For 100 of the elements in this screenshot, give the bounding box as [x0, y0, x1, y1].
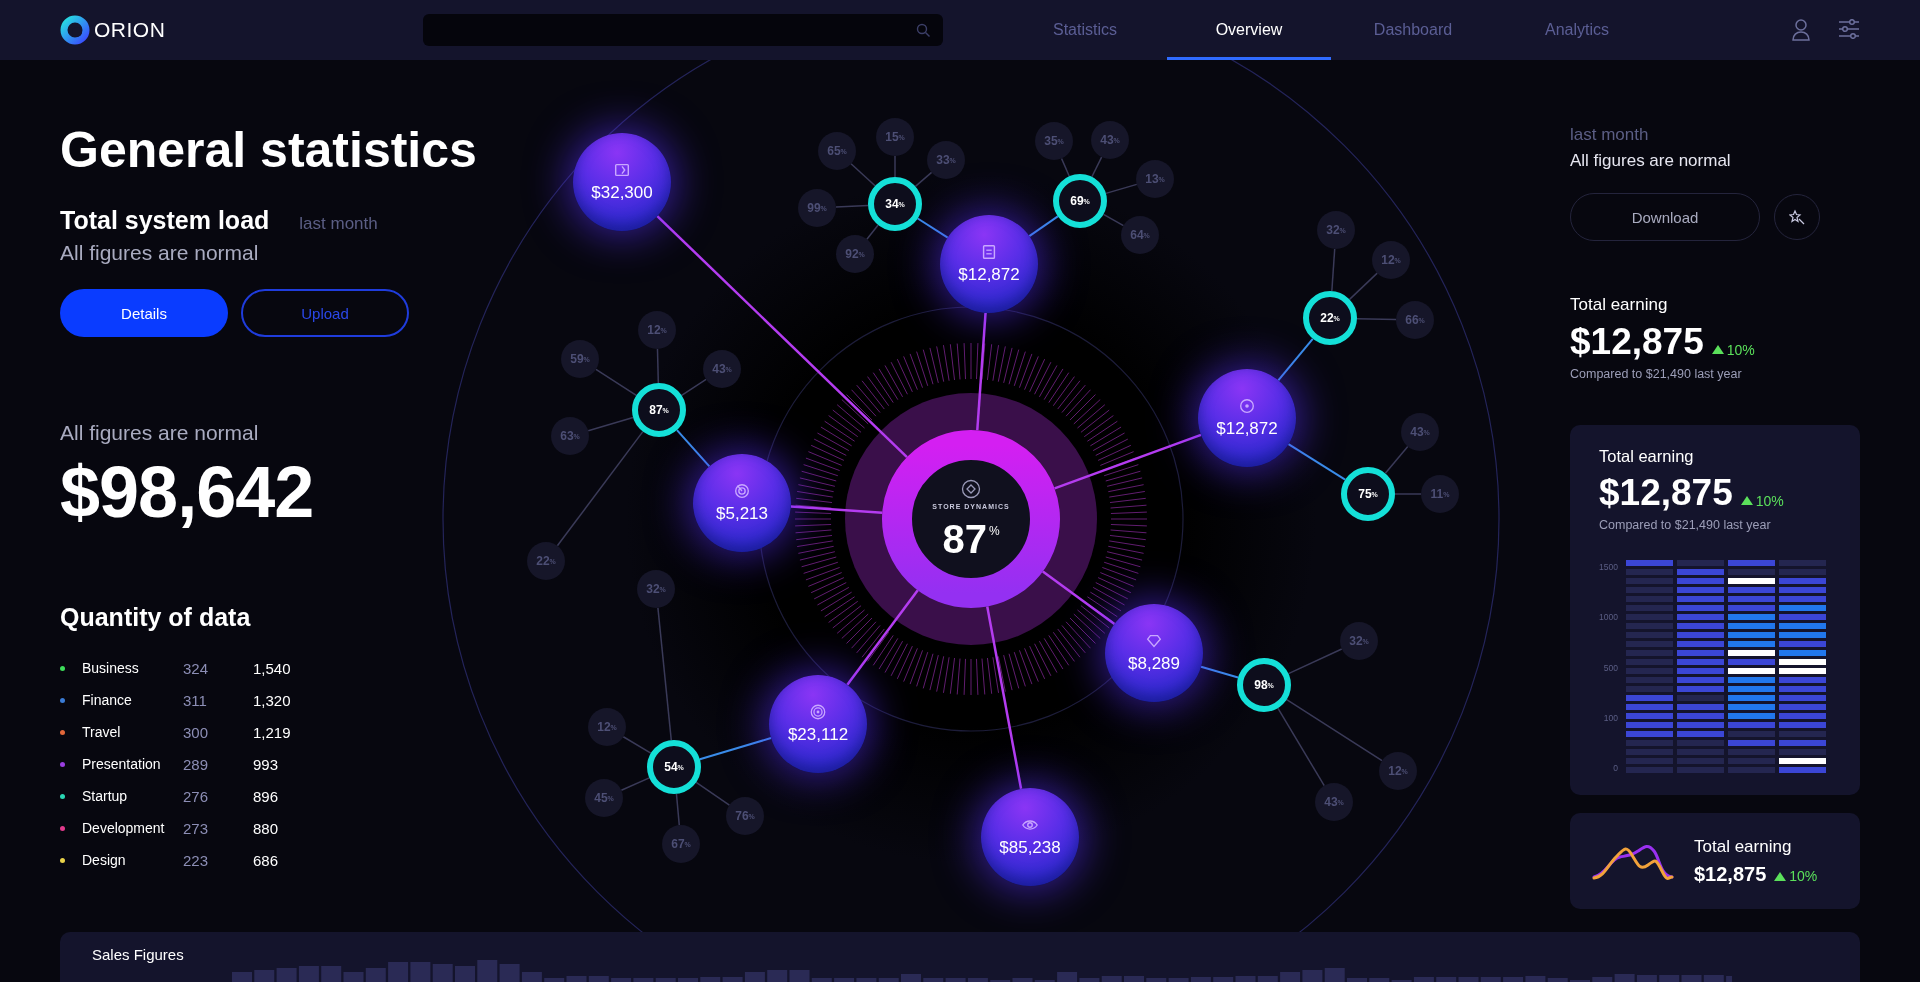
category-count: 300	[183, 723, 210, 741]
connector-line	[835, 204, 869, 208]
category-count: 273	[183, 819, 210, 837]
axis-label: 0	[1612, 763, 1618, 773]
sliders-icon[interactable]	[1838, 19, 1860, 39]
category-name: Design	[82, 852, 127, 868]
connector-line	[1200, 665, 1240, 679]
axis-label: 500	[1602, 662, 1618, 673]
category-total: 880	[253, 819, 279, 837]
upload-button[interactable]: Upload	[241, 289, 409, 337]
sparkle-star-icon	[1789, 209, 1805, 225]
logo-icon	[60, 15, 90, 45]
earning-title: Total earning	[1694, 836, 1793, 857]
axis-label: 1500	[1599, 562, 1618, 572]
axis-label: 1000	[1599, 612, 1618, 623]
connector-line	[1348, 272, 1378, 301]
change-percent: 10%	[1726, 341, 1755, 358]
document-icon	[980, 243, 998, 261]
node-amount: $12,872	[1216, 419, 1278, 439]
nav-tab[interactable]: Statistics	[1003, 0, 1167, 60]
connector-line	[1028, 215, 1059, 238]
category-name: Presentation	[82, 756, 162, 772]
category-total: 1,540	[253, 659, 291, 677]
details-button[interactable]: Details	[60, 289, 228, 337]
logo-text: ORION	[94, 18, 166, 42]
search-icon	[916, 22, 931, 38]
category-name: Business	[82, 660, 140, 676]
connector-line	[914, 171, 933, 188]
earning-amount: $12,875	[1694, 862, 1767, 886]
period-label: last month	[299, 214, 378, 234]
status-text: All figures are normal	[1570, 151, 1732, 171]
nav-tab[interactable]: Overview	[1167, 0, 1331, 60]
diamond-icon	[1145, 632, 1163, 650]
connector-line	[595, 368, 638, 397]
nav-tab[interactable]: Dashboard	[1331, 0, 1495, 60]
center-value: 87$^{%}$	[942, 515, 1000, 560]
card-title: Sales Figures	[92, 946, 184, 963]
connector-line	[675, 793, 681, 826]
earning-amount: $12,875	[1599, 472, 1733, 514]
node-amount: $32,300	[591, 183, 653, 203]
connector-line	[1287, 648, 1343, 675]
connector-line	[894, 155, 896, 178]
category-total: 993	[253, 755, 279, 773]
up-triangle-icon	[1774, 871, 1787, 881]
search-field[interactable]	[423, 14, 943, 46]
category-total: 896	[253, 787, 279, 805]
node-amount: $12,872	[958, 265, 1020, 285]
connector-line	[1356, 317, 1397, 321]
change-percent: 10%	[1789, 868, 1818, 884]
earning-title: Total earning	[1599, 447, 1695, 466]
section-title: Quantity of data	[60, 603, 252, 632]
category-name: Startup	[82, 788, 129, 804]
category-name: Travel	[82, 724, 122, 740]
user-icon[interactable]	[1792, 19, 1810, 41]
node-amount: $85,238	[999, 838, 1061, 858]
category-name: Development	[82, 820, 166, 836]
nav-tab[interactable]: Analytics	[1495, 0, 1659, 60]
concentric-circles-icon	[809, 703, 827, 721]
section-title: Total system load	[60, 206, 270, 235]
connector-line	[1331, 248, 1336, 292]
connector-line	[1287, 443, 1347, 481]
connector-line	[1102, 213, 1125, 227]
earning-title: Total earning	[1570, 295, 1669, 315]
connector-line	[695, 781, 731, 806]
node-amount: $23,112	[787, 725, 849, 745]
axis-label: 100	[1602, 712, 1618, 723]
up-triangle-icon	[1711, 345, 1724, 354]
connector-line	[1091, 156, 1103, 178]
category-count: 324	[183, 659, 210, 677]
connector-line	[1060, 157, 1070, 177]
node-amount: $5,213	[716, 504, 768, 524]
diamond-circle-icon	[961, 478, 981, 499]
change-percent: 10%	[1755, 492, 1784, 509]
earning-amount: $12,875	[1570, 321, 1704, 363]
category-count: 311	[183, 691, 208, 709]
connector-line	[916, 217, 949, 239]
connector-line	[1277, 337, 1314, 382]
connector-line	[1394, 493, 1422, 495]
connector-line	[620, 777, 651, 792]
comparison-text: Compared to $21,490 last year	[1599, 518, 1772, 532]
connector-line	[850, 163, 876, 187]
category-total: 1,320	[253, 691, 291, 709]
period-label: last month	[1570, 125, 1650, 145]
target-icon	[1238, 397, 1256, 415]
total-amount: $98,642	[60, 451, 315, 533]
up-triangle-icon	[1740, 496, 1753, 505]
radar-icon	[733, 482, 751, 500]
category-total: 686	[253, 851, 279, 869]
ticket-icon	[613, 161, 631, 179]
node-amount: $8,289	[1128, 654, 1180, 674]
connector-line	[622, 736, 652, 754]
connector-line	[1105, 183, 1138, 195]
status-text: All figures are normal	[60, 421, 260, 445]
category-name: Finance	[82, 692, 133, 708]
category-count: 223	[183, 851, 210, 869]
category-total: 1,219	[253, 723, 291, 741]
connector-line	[1384, 445, 1409, 475]
page-title: General statistics	[60, 121, 478, 180]
status-text: All figures are normal	[60, 241, 260, 265]
category-count: 276	[183, 787, 210, 805]
